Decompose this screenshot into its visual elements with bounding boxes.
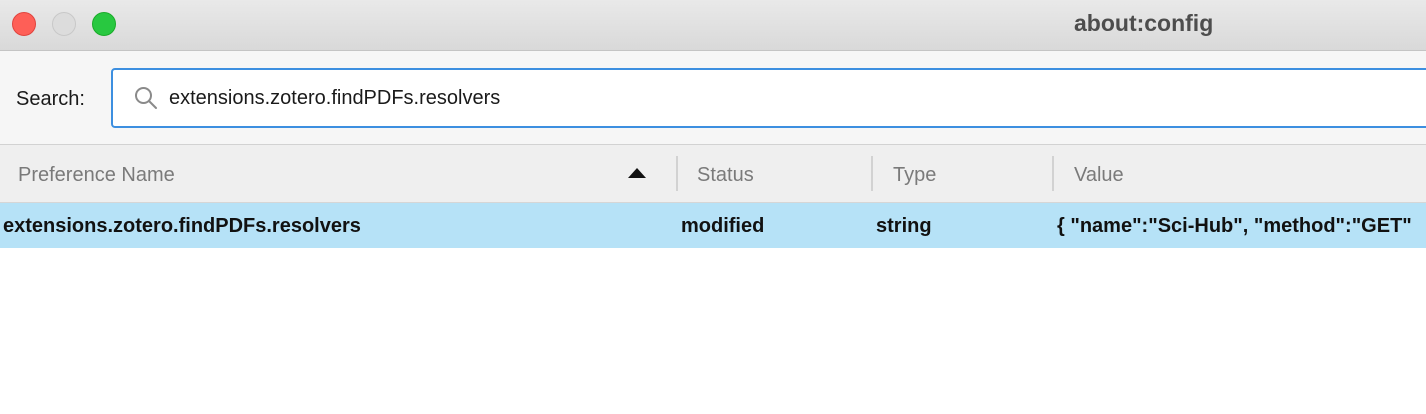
column-resize-handle[interactable]: [676, 156, 678, 191]
search-icon: [135, 87, 157, 109]
column-resize-handle[interactable]: [1052, 156, 1054, 191]
sort-ascending-icon[interactable]: [628, 168, 646, 178]
about-config-window: about:config Search: Preference Name Sta…: [0, 0, 1426, 414]
status-cell: modified: [681, 215, 765, 237]
search-bar: Search:: [0, 51, 1426, 145]
column-resize-handle[interactable]: [871, 156, 873, 191]
value-cell: { "name":"Sci-Hub", "method":"GET": [1057, 215, 1412, 237]
zoom-window-button[interactable]: [92, 12, 116, 36]
table-header: Preference Name Status Type Value: [0, 145, 1426, 203]
column-header-value[interactable]: Value: [1074, 145, 1124, 202]
preference-name-cell: extensions.zotero.findPDFs.resolvers: [3, 215, 361, 237]
type-cell: string: [876, 215, 932, 237]
search-field[interactable]: [111, 68, 1426, 128]
column-header-type[interactable]: Type: [893, 145, 936, 202]
window-title: about:config: [1074, 10, 1214, 36]
minimize-window-button[interactable]: [52, 12, 76, 36]
search-input[interactable]: [169, 70, 1369, 126]
search-label: Search:: [16, 88, 85, 110]
column-header-status[interactable]: Status: [697, 145, 754, 202]
close-window-button[interactable]: [12, 12, 36, 36]
column-header-preference-name[interactable]: Preference Name: [18, 145, 175, 202]
table-row[interactable]: extensions.zotero.findPDFs.resolvers mod…: [0, 203, 1426, 248]
title-bar[interactable]: about:config: [0, 0, 1426, 51]
